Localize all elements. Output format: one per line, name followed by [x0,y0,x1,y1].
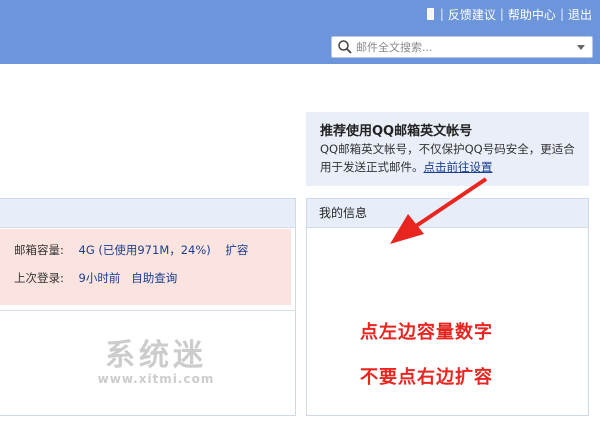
promo-title: 推荐使用QQ邮箱英文帐号 [320,124,473,139]
left-panel-header [0,199,295,228]
separator: | [499,7,504,21]
search-input[interactable]: 邮件全文搜索... [356,39,576,55]
search-icon [338,40,352,54]
expand-capacity-link[interactable]: 扩容 [225,243,248,257]
top-bar: | 反馈建议 | 帮助中心 | 退出 邮件全文搜索... [0,0,600,64]
watermark-text: 系统迷 [105,338,207,373]
last-login-value: 9小时前 [78,271,121,285]
promo-settings-link[interactable]: 点击前往设置 [424,160,493,174]
english-account-promo: 推荐使用QQ邮箱英文帐号 QQ邮箱英文帐号，不仅保护QQ号码安全，更适合用于发送… [306,112,589,186]
capacity-label: 邮箱容量: [14,243,64,257]
last-login-label: 上次登录: [14,271,64,285]
separator: | [559,7,564,21]
self-query-link[interactable]: 自助查询 [131,271,177,285]
logout-link[interactable]: 退出 [568,6,592,23]
chevron-down-icon[interactable] [576,42,586,52]
watermark-url: www.xitmi.com [97,372,215,386]
feedback-link[interactable]: 反馈建议 [448,6,496,23]
notice-box [0,229,291,305]
annotation-line-1: 点左边容量数字 [360,322,493,343]
search-box[interactable]: 邮件全文搜索... [331,36,593,58]
red-arrow-annotation [390,177,488,244]
separator: | [439,7,444,21]
last-login-row: 上次登录: 9小时前 自助查询 [14,270,177,286]
annotation-line-2: 不要点右边扩容 [360,367,493,388]
mobile-phone-icon[interactable] [426,8,434,20]
capacity-row: 邮箱容量: 4G (已使用971M，24%) 扩容 [14,242,248,258]
watermark: 系统迷 www.xitmi.com [86,330,226,386]
promo-body: QQ邮箱英文帐号，不仅保护QQ号码安全，更适合用于发送正式邮件。点击前往设置 [320,140,582,176]
capacity-value-link[interactable]: 4G (已使用971M，24%) [79,243,211,257]
help-center-link[interactable]: 帮助中心 [508,6,556,23]
top-links: | 反馈建议 | 帮助中心 | 退出 [426,6,592,23]
divider [0,310,295,311]
